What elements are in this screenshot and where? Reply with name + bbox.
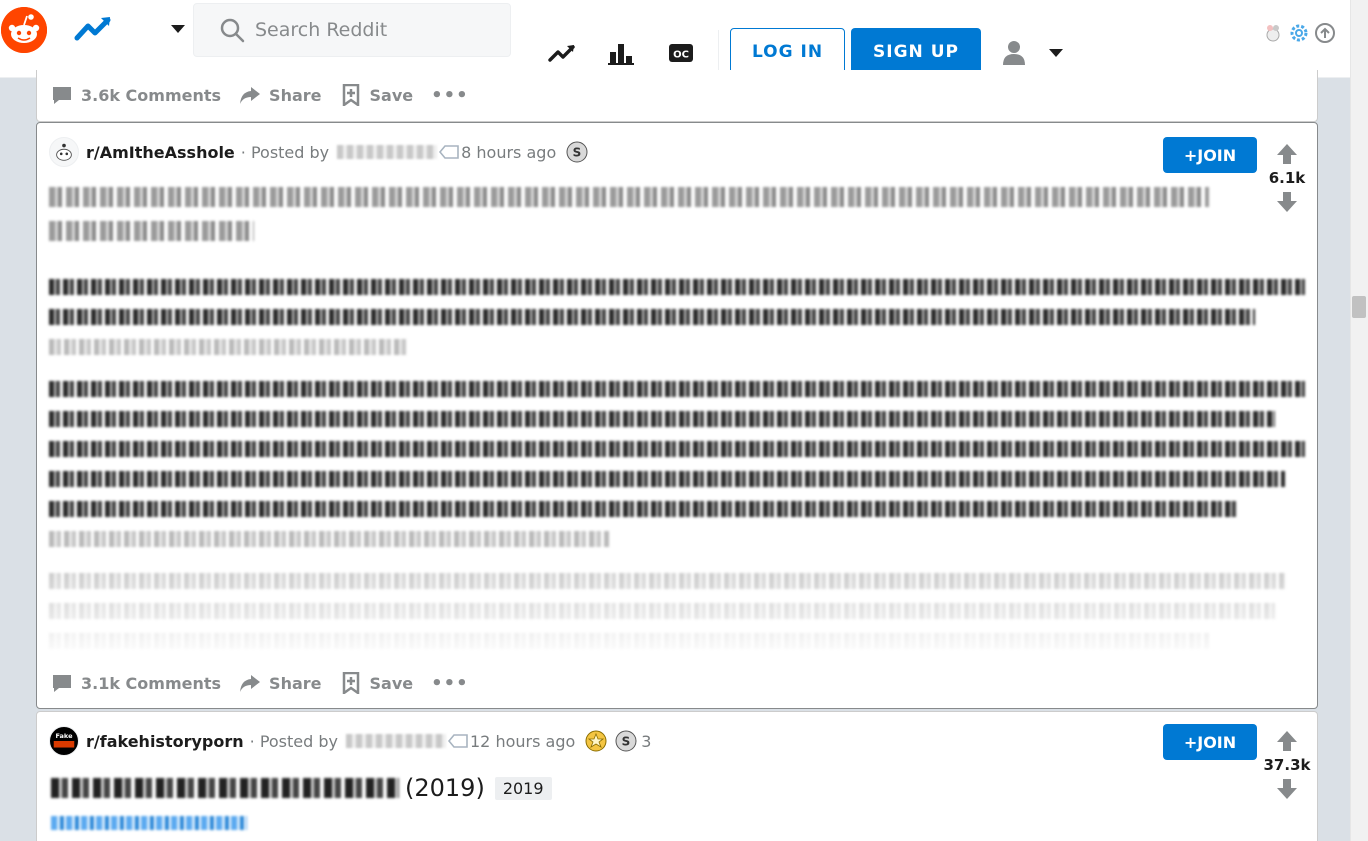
more-options-icon[interactable]: ••• [431, 673, 469, 694]
settings-gear-icon[interactable] [1288, 22, 1310, 44]
share-button[interactable]: Share [239, 84, 322, 106]
upvote-icon[interactable] [1274, 141, 1300, 167]
trending-home-icon[interactable] [74, 14, 112, 44]
save-button[interactable]: Save [340, 672, 413, 694]
upvote-icon[interactable] [1274, 728, 1300, 754]
svg-text:S: S [622, 735, 631, 749]
post-title[interactable] [49, 187, 1219, 261]
join-button[interactable]: +JOIN [1163, 724, 1257, 760]
post-meta: r/AmItheAsshole · Posted by 8 hours ago … [49, 137, 588, 167]
snoo-extension-icon[interactable] [1262, 22, 1284, 44]
gold-award-icon [585, 730, 607, 752]
author-username[interactable] [346, 734, 446, 748]
share-button[interactable]: Share [239, 672, 322, 694]
comment-icon [53, 675, 71, 692]
post-title-year: (2019) [405, 774, 485, 802]
vote-score: 37.3k [1263, 756, 1311, 774]
posted-by-label: · Posted by [240, 142, 330, 162]
comments-button[interactable]: 3.1k Comments [51, 672, 221, 694]
top-header: OC LOG IN SIGN UP [0, 0, 1368, 78]
scrollbar-thumb[interactable] [1352, 296, 1366, 318]
subreddit-avatar[interactable]: Fake [49, 726, 79, 756]
comments-button[interactable]: 3.6k Comments [51, 84, 221, 106]
trending-icon[interactable] [548, 40, 576, 66]
bookmark-icon [342, 84, 359, 106]
post-meta: Fake r/fakehistoryporn · Posted by 12 ho… [49, 726, 651, 756]
header-divider [718, 30, 719, 74]
post-flair[interactable]: 2019 [494, 776, 552, 800]
vote-score: 6.1k [1268, 169, 1306, 187]
join-button[interactable]: +JOIN [1163, 137, 1257, 173]
award-count: 3 [641, 731, 652, 751]
reddit-logo-icon[interactable] [1, 7, 47, 53]
svg-text:OC: OC [673, 50, 689, 61]
post-link[interactable] [51, 816, 247, 830]
share-icon [240, 675, 261, 692]
downvote-icon[interactable] [1274, 776, 1300, 802]
post-card[interactable]: Fake r/fakehistoryporn · Posted by 12 ho… [36, 711, 1318, 841]
silver-award-icon: S [566, 141, 588, 163]
post-time[interactable]: 8 hours ago [461, 143, 556, 162]
author-username[interactable] [337, 145, 438, 159]
user-icon[interactable] [1000, 38, 1028, 66]
silver-award-icon: S [615, 730, 637, 752]
subreddit-avatar[interactable] [49, 137, 79, 167]
oc-icon[interactable]: OC [667, 40, 695, 66]
tag-icon [439, 145, 459, 159]
browser-extension-icons [1262, 22, 1336, 44]
comment-icon [53, 87, 71, 104]
vote-controls: 37.3k [1259, 728, 1315, 802]
subreddit-name[interactable]: r/AmItheAsshole [86, 143, 235, 162]
tag-icon [448, 734, 468, 748]
popular-icon[interactable] [607, 40, 635, 66]
search-icon [220, 18, 245, 43]
downvote-icon[interactable] [1274, 189, 1300, 215]
scroll-up-icon[interactable] [1314, 22, 1336, 44]
post-title[interactable]: (2019) 2019 [51, 774, 552, 802]
post-title-blurred [51, 778, 399, 798]
post-actions: 3.1k Comments Share Save ••• [51, 672, 469, 694]
post-card-previous: 3.6k Comments Share Save ••• [36, 70, 1318, 122]
save-button[interactable]: Save [340, 84, 413, 106]
signup-button[interactable]: SIGN UP [851, 28, 981, 76]
bookmark-icon [342, 672, 359, 694]
post-card[interactable]: r/AmItheAsshole · Posted by 8 hours ago … [36, 122, 1318, 709]
posted-by-label: · Posted by [249, 731, 338, 751]
share-icon [240, 87, 261, 104]
more-options-icon[interactable]: ••• [431, 85, 469, 106]
scrollbar-track[interactable] [1350, 0, 1368, 841]
post-time[interactable]: 12 hours ago [470, 732, 575, 751]
post-body-fade [37, 563, 1317, 659]
svg-text:S: S [573, 146, 582, 160]
subreddit-name[interactable]: r/fakehistoryporn [86, 732, 244, 751]
user-menu-chevron-icon[interactable] [1049, 49, 1063, 57]
post-actions: 3.6k Comments Share Save ••• [51, 84, 469, 106]
svg-text:Fake: Fake [55, 732, 73, 740]
search-bar[interactable] [193, 3, 511, 57]
search-input[interactable] [255, 19, 505, 41]
vote-controls: 6.1k [1259, 141, 1315, 215]
chevron-down-icon[interactable] [171, 25, 185, 33]
login-button[interactable]: LOG IN [730, 28, 845, 76]
